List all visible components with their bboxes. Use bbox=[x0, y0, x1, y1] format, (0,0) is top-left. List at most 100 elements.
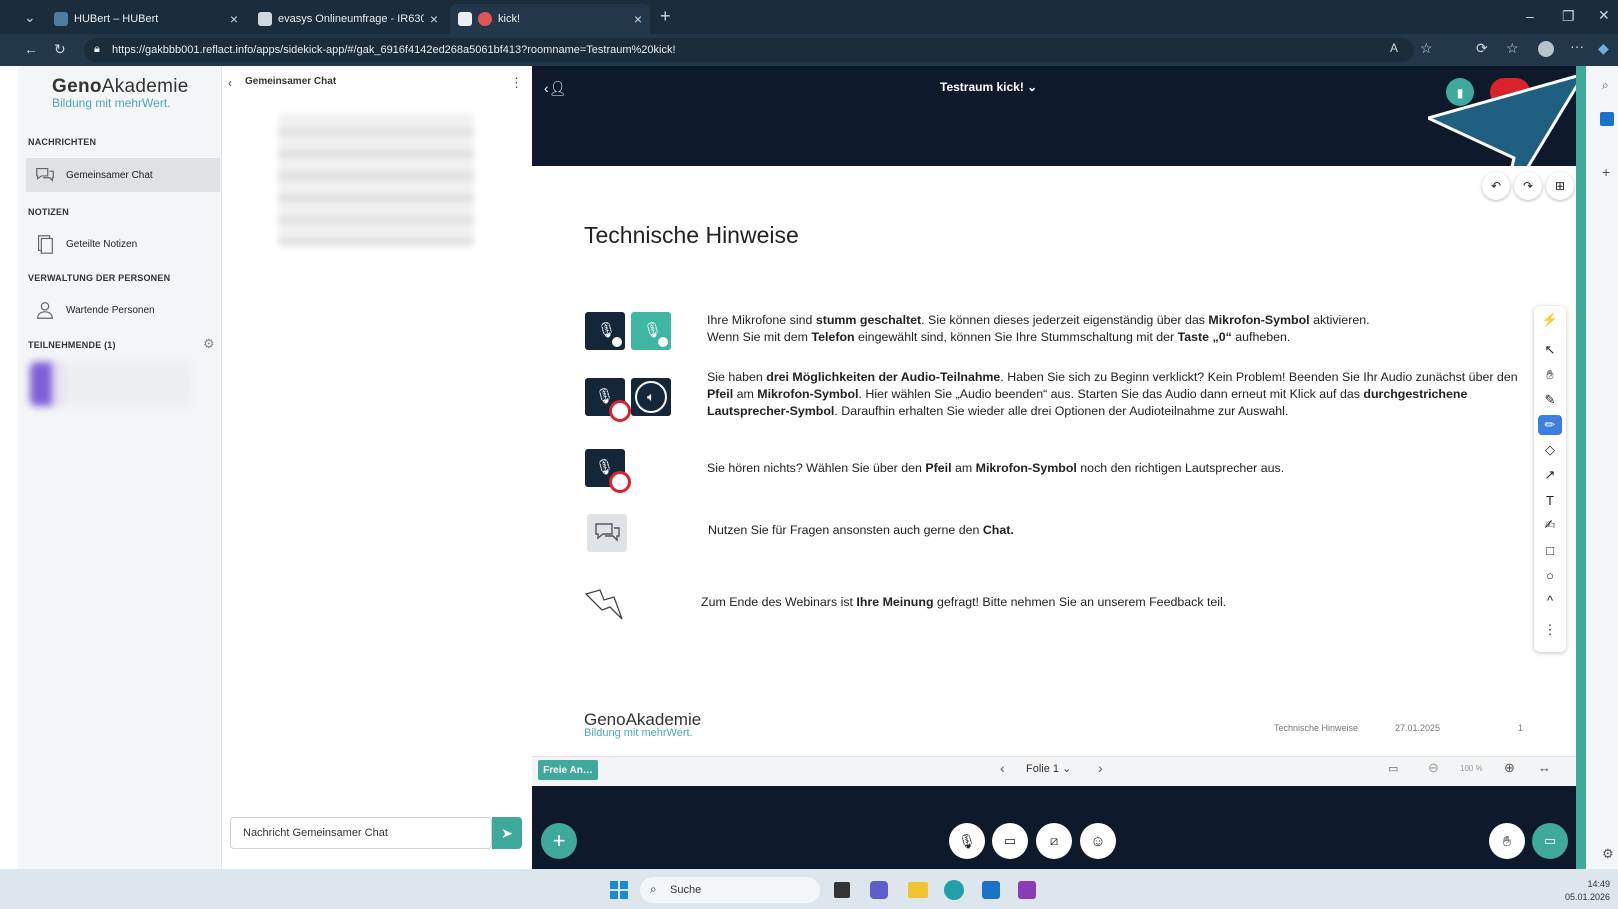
t: Sie hören nichts? Wählen Sie über den bbox=[707, 461, 926, 475]
note-tool-icon[interactable]: ✍︎ bbox=[1538, 515, 1562, 535]
pen-active-icon[interactable]: ✏︎ bbox=[1538, 415, 1562, 435]
select-cursor-icon[interactable]: ↖ bbox=[1538, 340, 1562, 360]
zoom-out-icon[interactable]: ⊖ bbox=[1428, 760, 1439, 776]
back-icon[interactable]: ← bbox=[24, 41, 38, 57]
tab-hubert[interactable]: HUBert – HUBert × bbox=[46, 4, 246, 34]
kick-favicon-icon bbox=[458, 12, 472, 26]
fit-image-icon[interactable]: ▭ bbox=[1388, 762, 1398, 775]
extensions-icon[interactable]: ⟳ bbox=[1476, 40, 1488, 57]
left-edge bbox=[0, 66, 18, 876]
arrow-tool-icon[interactable]: ↗ bbox=[1538, 465, 1562, 485]
fit-width-icon[interactable]: ↔ bbox=[1538, 760, 1551, 775]
slide-title: Technische Hinweise bbox=[584, 222, 799, 248]
freie-anordnung-button[interactable]: Freie An… bbox=[538, 760, 598, 780]
t: Nutzen Sie für Fragen ansonsten auch ger… bbox=[708, 523, 983, 537]
reactions-button[interactable]: ☺ bbox=[1080, 823, 1116, 859]
task-view-icon[interactable] bbox=[834, 882, 850, 898]
mic-muted-icon: 🎙︎ bbox=[958, 832, 976, 849]
section-notizen: NOTIZEN bbox=[28, 207, 69, 217]
hint-audio-options: Sie haben drei Möglichkeiten der Audio-T… bbox=[707, 369, 1527, 420]
sidebar-item-wartende-personen[interactable]: Wartende Personen bbox=[26, 293, 220, 327]
redo-icon[interactable]: ↷ bbox=[1514, 172, 1542, 200]
hand-pan-icon[interactable]: ✋︎ bbox=[1538, 365, 1562, 385]
collapse-up-icon[interactable]: ^ bbox=[1538, 590, 1562, 610]
tab-list-chevron-icon[interactable]: ⌄ bbox=[24, 9, 36, 26]
rectangle-tool-icon[interactable]: □ bbox=[1538, 540, 1562, 560]
room-title[interactable]: Testraum kick! ⌄ bbox=[940, 80, 1037, 94]
t: Ihre Mikrofone sind bbox=[707, 313, 816, 327]
file-explorer-icon[interactable] bbox=[908, 882, 928, 898]
undo-icon[interactable]: ↶ bbox=[1482, 172, 1510, 200]
restore-icon[interactable]: ❐ bbox=[1562, 8, 1575, 25]
t: aufheben. bbox=[1231, 330, 1291, 344]
chat-title: Gemeinsamer Chat bbox=[245, 76, 337, 87]
eraser-icon[interactable]: ◇ bbox=[1538, 440, 1562, 460]
clock-date: 05.01.2026 bbox=[1564, 892, 1610, 902]
new-tab-icon[interactable]: + bbox=[660, 6, 671, 27]
favorite-star-icon[interactable]: ☆ bbox=[1420, 40, 1433, 57]
taskbar-search[interactable]: ⌕ Suche bbox=[640, 877, 820, 903]
collapse-sidebar-person-icon[interactable]: ‹👤︎ bbox=[544, 80, 566, 97]
t: . Sie können dieses jederzeit eigenständ… bbox=[921, 313, 1209, 327]
outlook-sidebar-icon[interactable] bbox=[1600, 112, 1614, 126]
logo-tagline: Bildung mit mehrWert. bbox=[52, 96, 171, 110]
hint-feedback: Zum Ende des Webinars ist Ihre Meinung g… bbox=[701, 594, 1521, 611]
edge-browser-icon[interactable] bbox=[944, 880, 964, 900]
raise-hand-button[interactable]: ✋︎ bbox=[1489, 823, 1525, 859]
next-slide-icon[interactable]: › bbox=[1098, 760, 1103, 776]
more-options-icon[interactable]: ··· bbox=[1570, 38, 1584, 54]
tab-evasys[interactable]: evasys Onlineumfrage - IR630072 × bbox=[250, 4, 446, 34]
add-action-button[interactable]: + bbox=[541, 823, 577, 859]
close-window-icon[interactable]: ✕ bbox=[1598, 7, 1610, 24]
close-tab-icon[interactable]: × bbox=[430, 11, 438, 27]
section-teilnehmende: TEILNEHMENDE (1) bbox=[28, 340, 116, 350]
chat-more-icon[interactable]: ⋮ bbox=[510, 75, 523, 91]
participants-settings-gear-icon[interactable]: ⚙ bbox=[203, 336, 215, 352]
sidebar-item-geteilte-notizen[interactable]: Geteilte Notizen bbox=[26, 227, 220, 261]
slide-selector[interactable]: Folie 1 ⌄ bbox=[1026, 762, 1071, 775]
windows-start-icon[interactable] bbox=[610, 881, 628, 899]
chat-back-chevron-icon[interactable]: ‹ bbox=[228, 76, 232, 90]
read-aloud-icon[interactable]: A bbox=[1390, 41, 1398, 55]
t: Mikrofon-Symbol bbox=[1208, 313, 1310, 327]
close-tab-icon[interactable]: × bbox=[230, 11, 238, 27]
close-tab-icon[interactable]: × bbox=[634, 11, 642, 27]
multi-user-icon[interactable]: ⊞ bbox=[1546, 172, 1574, 200]
participant-entry-blurred[interactable] bbox=[30, 362, 190, 406]
camera-toggle-button[interactable]: ▭ bbox=[992, 823, 1028, 859]
t: . Daraufhin erhalten Sie wieder alle dre… bbox=[834, 404, 1289, 418]
mic-toggle-button[interactable]: 🎙︎ bbox=[949, 823, 985, 859]
presentation-button[interactable]: ▭ bbox=[1532, 823, 1568, 859]
t: Lautsprecher-Symbol bbox=[707, 404, 835, 418]
reload-icon[interactable]: ↻ bbox=[54, 41, 66, 58]
outlook-icon[interactable] bbox=[982, 881, 1000, 899]
magic-pen-icon[interactable]: ⚡ bbox=[1538, 310, 1562, 330]
chevron-down-icon: ⌄ bbox=[1027, 80, 1038, 94]
taskbar-search-label: Suche bbox=[670, 884, 702, 896]
sidebar-settings-icon[interactable]: ⚙ bbox=[1602, 846, 1614, 862]
side-panel-edge[interactable] bbox=[1576, 66, 1586, 869]
tab-kick[interactable]: kick! × bbox=[450, 4, 650, 34]
previous-slide-icon[interactable]: ‹ bbox=[1000, 760, 1005, 776]
text-tool-icon[interactable]: T bbox=[1538, 490, 1562, 510]
sidebar-add-icon[interactable]: + bbox=[1602, 164, 1610, 180]
teams-icon[interactable] bbox=[870, 881, 888, 899]
url-field[interactable]: 🔒︎ https://gakbbb001.reflact.info/apps/s… bbox=[84, 38, 1414, 62]
sidebar-item-gemeinsamer-chat[interactable]: Gemeinsamer Chat bbox=[26, 158, 220, 192]
circle-tool-icon[interactable]: ○ bbox=[1538, 565, 1562, 585]
pencil-icon[interactable]: ✎ bbox=[1538, 390, 1562, 410]
favorites-bar-icon[interactable]: ☆ bbox=[1506, 40, 1519, 57]
t: aktivieren. bbox=[1309, 313, 1370, 327]
copilot-icon[interactable]: ◆ bbox=[1598, 40, 1609, 57]
taskbar-clock[interactable]: 14:49 05.01.2026 bbox=[1560, 878, 1610, 904]
onenote-icon[interactable] bbox=[1018, 881, 1036, 899]
zoom-in-icon[interactable]: ⊕ bbox=[1504, 760, 1515, 776]
profile-avatar-icon[interactable] bbox=[1538, 41, 1554, 57]
sidebar-search-icon[interactable]: ⌕ bbox=[1602, 78, 1609, 93]
chat-message-input[interactable]: Nachricht Gemeinsamer Chat bbox=[230, 817, 492, 849]
minimize-icon[interactable]: – bbox=[1526, 8, 1534, 24]
send-button[interactable]: ➤ bbox=[492, 817, 522, 849]
t: Sie haben bbox=[707, 370, 767, 384]
screen-share-button[interactable]: ⧄ bbox=[1036, 823, 1072, 859]
toolbar-more-icon[interactable]: ⋮ bbox=[1538, 620, 1562, 640]
